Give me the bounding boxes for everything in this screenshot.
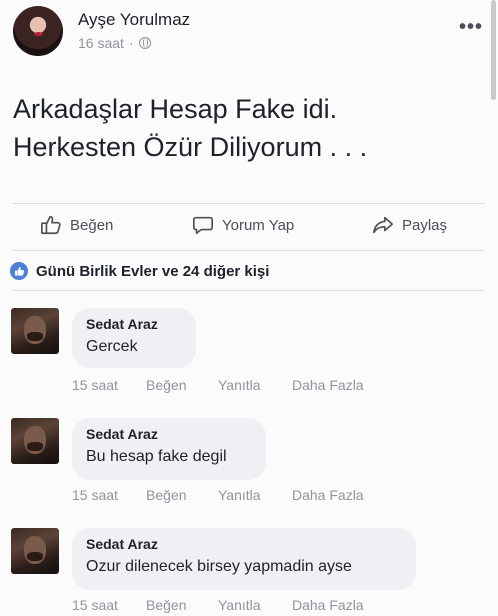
thumbs-up-icon bbox=[41, 215, 61, 235]
comment-bubble: Sedat Araz Bu hesap fake degil bbox=[72, 418, 266, 480]
comment-time[interactable]: 15 saat bbox=[72, 487, 118, 503]
comment-like-link[interactable]: Beğen bbox=[146, 597, 186, 613]
globe-icon[interactable] bbox=[138, 37, 151, 49]
like-button[interactable]: Beğen bbox=[40, 214, 113, 236]
meta-separator: · bbox=[128, 35, 134, 51]
comment-reply-link[interactable]: Yanıtla bbox=[218, 377, 261, 393]
post-text-line-2: Herkesten Özür Diliyorum . . . bbox=[13, 132, 368, 162]
share-button[interactable]: Paylaş bbox=[372, 214, 447, 236]
comment-bubble: Sedat Araz Gercek bbox=[72, 308, 196, 368]
comment-more-link[interactable]: Daha Fazla bbox=[292, 487, 364, 503]
comment-text: Ozur dilenecek birsey yapmadin ayse bbox=[86, 558, 352, 575]
commenter-avatar[interactable] bbox=[11, 528, 59, 574]
post-text: Arkadaşlar Hesap Fake idi. Herkesten Özü… bbox=[13, 90, 483, 166]
divider bbox=[13, 290, 485, 291]
comment-like-link[interactable]: Beğen bbox=[146, 487, 186, 503]
comment-reply-link[interactable]: Yanıtla bbox=[218, 597, 261, 613]
comment-text: Gercek bbox=[86, 338, 138, 355]
divider bbox=[13, 250, 485, 251]
share-label: Paylaş bbox=[402, 216, 448, 234]
like-reaction-icon bbox=[10, 262, 28, 280]
comment-more-link[interactable]: Daha Fazla bbox=[292, 597, 364, 613]
comment-reply-link[interactable]: Yanıtla bbox=[218, 487, 261, 503]
commenter-name[interactable]: Sedat Araz bbox=[86, 536, 402, 552]
comment-bubble: Sedat Araz Ozur dilenecek birsey yapmadi… bbox=[72, 528, 416, 590]
post-meta: 16 saat · bbox=[78, 35, 151, 51]
commenter-name[interactable]: Sedat Araz bbox=[86, 316, 182, 332]
commenter-avatar[interactable] bbox=[11, 418, 59, 464]
comment-text: Bu hesap fake degil bbox=[86, 448, 227, 465]
author-name[interactable]: Ayşe Yorulmaz bbox=[78, 10, 190, 30]
post-text-line-1: Arkadaşlar Hesap Fake idi. bbox=[13, 94, 338, 124]
scrollbar[interactable] bbox=[491, 0, 496, 100]
more-horizontal-icon[interactable]: ••• bbox=[459, 16, 483, 39]
comment-icon bbox=[193, 216, 213, 235]
post-actions-bar: Beğen Yorum Yap Paylaş bbox=[0, 208, 498, 244]
author-avatar[interactable] bbox=[13, 6, 63, 56]
comment-time[interactable]: 15 saat bbox=[72, 377, 118, 393]
post-time[interactable]: 16 saat bbox=[78, 35, 124, 51]
divider bbox=[13, 203, 485, 204]
comment-like-link[interactable]: Beğen bbox=[146, 377, 186, 393]
reactions-summary[interactable]: Günü Birlik Evler ve 24 diğer kişi bbox=[10, 262, 269, 280]
like-label: Beğen bbox=[70, 216, 114, 234]
commenter-avatar[interactable] bbox=[11, 308, 59, 354]
post-header: Ayşe Yorulmaz 16 saat · ••• bbox=[13, 6, 483, 56]
share-arrow-icon bbox=[373, 216, 393, 234]
comment-button[interactable]: Yorum Yap bbox=[192, 214, 294, 236]
comment-time[interactable]: 15 saat bbox=[72, 597, 118, 613]
comment-more-link[interactable]: Daha Fazla bbox=[292, 377, 364, 393]
commenter-name[interactable]: Sedat Araz bbox=[86, 426, 252, 442]
reactions-text: Günü Birlik Evler ve 24 diğer kişi bbox=[36, 262, 270, 280]
comment-label: Yorum Yap bbox=[222, 216, 295, 234]
